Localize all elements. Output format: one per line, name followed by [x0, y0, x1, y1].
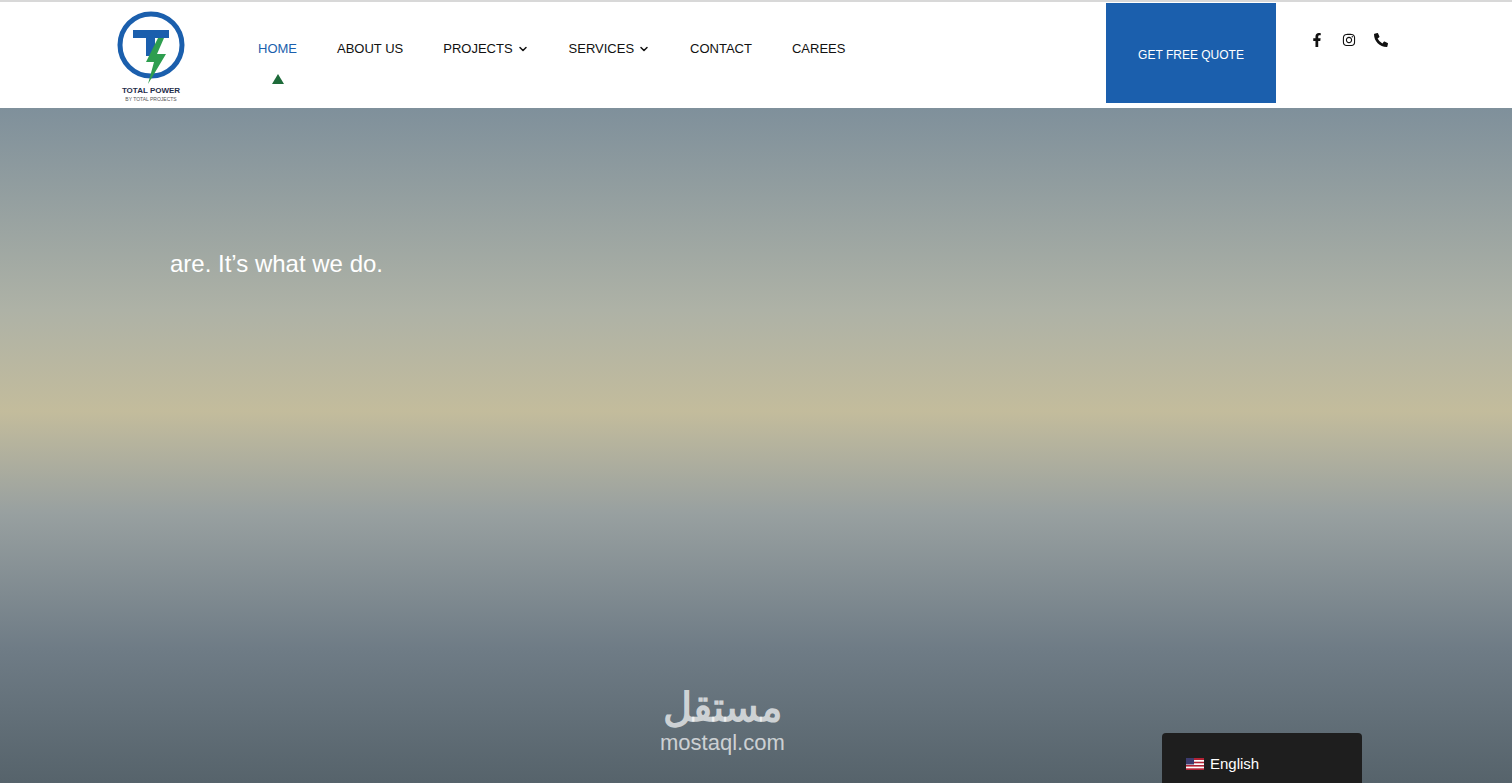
chevron-down-icon: [638, 43, 650, 55]
hero: are. It’s what we do. مستقلmostaql.com Eng…: [0, 108, 1512, 783]
nav-item[interactable]: SERVICES: [569, 41, 651, 84]
logo[interactable]: TOTAL POWERBY TOTAL PROJECTS: [115, 8, 187, 102]
instagram-icon[interactable]: [1342, 33, 1356, 47]
nav-item[interactable]: PROJECTS: [443, 41, 528, 84]
main-nav: HOME ABOUT US PROJECTS SERVICES CONTACT CAREE…: [258, 41, 845, 84]
facebook-icon[interactable]: [1310, 33, 1324, 47]
logo-tagline: BY TOTAL PROJECTS: [125, 96, 176, 102]
phone-icon[interactable]: [1374, 33, 1388, 47]
social-links: [1310, 33, 1388, 47]
nav-item[interactable]: ABOUT US: [337, 41, 403, 84]
us-flag-icon: [1186, 758, 1204, 770]
hero-headline: are. It’s what we do.: [0, 108, 1512, 279]
chevron-down-icon: [517, 43, 529, 55]
page: TOTAL POWERBY TOTAL PROJECTS HOME ABOUT US…: [0, 0, 1512, 783]
header: TOTAL POWERBY TOTAL PROJECTS HOME ABOUT US…: [0, 0, 1512, 108]
language-switcher[interactable]: English: [1162, 733, 1362, 783]
logo-name: TOTAL POWER: [122, 86, 180, 96]
nav-item[interactable]: HOME: [258, 41, 297, 84]
quote-button[interactable]: GET FREE QUOTE: [1106, 3, 1276, 103]
nav-item[interactable]: CONTACT: [690, 41, 752, 84]
active-indicator: [272, 74, 284, 84]
logo-icon: [116, 8, 186, 86]
watermark: مستقلmostaql.com: [660, 683, 785, 755]
nav-item[interactable]: CAREES: [792, 41, 845, 84]
